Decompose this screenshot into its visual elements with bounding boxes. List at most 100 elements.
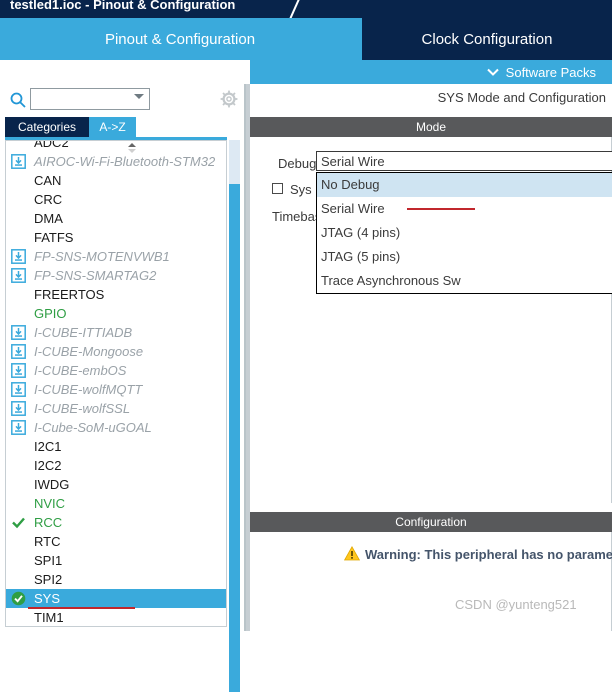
list-item-label: RCC xyxy=(34,515,63,530)
list-item-label: I-CUBE-Mongoose xyxy=(34,344,144,359)
list-item[interactable]: AIROC-Wi-Fi-Bluetooth-STM32 xyxy=(6,152,226,171)
dropdown-option-label: No Debug xyxy=(321,177,380,192)
debug-mode-dropdown-list[interactable]: No Debug Serial Wire JTAG (4 pins) JTAG (5 … xyxy=(316,172,612,294)
tab-categories[interactable]: Categories xyxy=(5,117,89,137)
list-item-label: I-Cube-SoM-uGOAL xyxy=(34,420,152,435)
list-item[interactable]: I2C2 xyxy=(6,456,226,475)
tab-clock-label: Clock Configuration xyxy=(421,30,553,48)
search-input[interactable] xyxy=(33,90,133,110)
list-item[interactable]: GPIO xyxy=(6,304,226,323)
peripheral-header: SYS Mode and Configuration xyxy=(250,84,612,110)
sys-checkbox[interactable] xyxy=(272,183,283,194)
dropdown-option[interactable]: JTAG (4 pins) xyxy=(317,221,612,245)
list-item-label: SYS xyxy=(34,591,61,606)
sidebar-scrollbar-thumb[interactable] xyxy=(229,184,240,692)
warning-triangle-icon xyxy=(343,545,361,561)
list-item[interactable]: DMA xyxy=(6,209,226,228)
sys-configuration-panel: SYS Mode and Configuration Mode Debug Sy… xyxy=(250,84,612,631)
download-pack-icon[interactable] xyxy=(11,325,26,340)
dropdown-option-label: Serial Wire xyxy=(321,201,385,216)
list-item-label: CAN xyxy=(34,173,62,188)
download-pack-icon[interactable] xyxy=(11,249,26,264)
download-pack-icon[interactable] xyxy=(11,268,26,283)
list-item[interactable]: NVIC xyxy=(6,494,226,513)
list-item[interactable]: I-CUBE-wolfSSL xyxy=(6,399,226,418)
check-mark-icon xyxy=(11,515,26,530)
check-circle-icon xyxy=(11,591,26,606)
list-item-label: SPI2 xyxy=(34,572,63,587)
download-pack-icon[interactable] xyxy=(11,154,26,169)
list-item[interactable]: FATFS xyxy=(6,228,226,247)
mode-section-header: Mode xyxy=(250,117,612,137)
list-item-label: CRC xyxy=(34,192,63,207)
configuration-section-body: Warning: This peripheral has no paramete… xyxy=(250,532,612,631)
dropdown-option[interactable]: Trace Asynchronous Sw xyxy=(317,269,612,293)
tab-pinout-configuration[interactable]: Pinout & Configuration xyxy=(0,18,360,60)
list-item[interactable]: ADC2 xyxy=(6,141,226,152)
list-item-label: TIM1 xyxy=(34,610,64,625)
sidebar-scrollbar-track-top[interactable] xyxy=(229,140,240,184)
list-item[interactable]: RTC xyxy=(6,532,226,551)
mode-header-label: Mode xyxy=(415,120,447,134)
list-item[interactable]: I2C1 xyxy=(6,437,226,456)
configuration-section-header: Configuration xyxy=(250,512,612,532)
tab-a-to-z[interactable]: A->Z xyxy=(89,117,136,137)
dropdown-option[interactable]: JTAG (5 pins) xyxy=(317,245,612,269)
list-item[interactable]: CRC xyxy=(6,190,226,209)
list-item-label: FP-SNS-SMARTAG2 xyxy=(34,268,157,283)
mode-section-body: Debug Sys Timebase Source Serial Wire No… xyxy=(250,137,612,503)
main-tab-strip: Pinout & Configuration Clock Configurati… xyxy=(0,18,612,60)
download-pack-icon[interactable] xyxy=(11,401,26,416)
list-item-label: NVIC xyxy=(34,496,66,511)
search-combo[interactable] xyxy=(30,88,150,110)
list-item[interactable]: I-CUBE-wolfMQTT xyxy=(6,380,226,399)
list-item[interactable]: TIM1 xyxy=(6,608,226,626)
list-item-label: SPI1 xyxy=(34,553,63,568)
gear-icon[interactable] xyxy=(220,90,238,108)
software-packs-bar[interactable]: Software Packs xyxy=(250,60,612,84)
list-item[interactable]: SPI1 xyxy=(6,551,226,570)
software-packs-label: Software Packs xyxy=(505,64,596,80)
list-item-label: I-CUBE-wolfMQTT xyxy=(34,382,143,397)
list-item[interactable]: RCC xyxy=(6,513,226,532)
list-item[interactable]: I-CUBE-ITTIADB xyxy=(6,323,226,342)
list-item-label: FREERTOS xyxy=(34,287,105,302)
chevron-down-icon[interactable] xyxy=(134,94,144,99)
list-item[interactable]: SPI2 xyxy=(6,570,226,589)
tab-pinout-label: Pinout & Configuration xyxy=(104,30,256,48)
list-item[interactable]: I-CUBE-Mongoose xyxy=(6,342,226,361)
list-item[interactable]: IWDG xyxy=(6,475,226,494)
peripheral-list-items: ADC2 AIROC-Wi-Fi-Bluetooth-STM32 CAN CRC DMA… xyxy=(6,141,226,626)
dropdown-option-label: JTAG (5 pins) xyxy=(321,249,401,264)
download-pack-icon[interactable] xyxy=(11,363,26,378)
download-pack-icon[interactable] xyxy=(11,344,26,359)
list-item[interactable]: I-Cube-SoM-uGOAL xyxy=(6,418,226,437)
list-item[interactable]: FP-SNS-MOTENVWB1 xyxy=(6,247,226,266)
title-slash-decoration xyxy=(288,0,328,18)
list-item[interactable]: CAN xyxy=(6,171,226,190)
search-icon[interactable] xyxy=(9,91,27,109)
peripherals-sidebar: Categories A->Z ADC2 AIROC-Wi-Fi-Bluetoot… xyxy=(0,84,246,692)
dropdown-option[interactable]: No Debug xyxy=(317,173,612,197)
list-item-label: FP-SNS-MOTENVWB1 xyxy=(34,249,170,264)
debug-mode-combo[interactable]: Serial Wire xyxy=(316,151,612,171)
peripheral-list[interactable]: ADC2 AIROC-Wi-Fi-Bluetooth-STM32 CAN CRC DMA… xyxy=(5,140,227,627)
download-pack-icon[interactable] xyxy=(11,382,26,397)
tab-clock-configuration[interactable]: Clock Configuration xyxy=(362,18,612,60)
list-item[interactable]: FP-SNS-SMARTAG2 xyxy=(6,266,226,285)
watermark-text: CSDN @yunteng521 xyxy=(455,597,577,612)
list-item[interactable]: SYS xyxy=(6,589,226,609)
list-item-label: I2C1 xyxy=(34,439,62,454)
list-item-label: IWDG xyxy=(34,477,70,492)
list-item[interactable]: FREERTOS xyxy=(6,285,226,304)
list-item-label: I-CUBE-ITTIADB xyxy=(34,325,133,340)
dropdown-option[interactable]: Serial Wire xyxy=(317,197,612,221)
list-item-label: AIROC-Wi-Fi-Bluetooth-STM32 xyxy=(34,154,216,169)
dropdown-option-label: Trace Asynchronous Sw xyxy=(321,273,461,288)
list-item[interactable]: I-CUBE-embOS xyxy=(6,361,226,380)
warning-message: Warning: This peripheral has no paramete… xyxy=(365,547,612,562)
download-pack-icon[interactable] xyxy=(11,420,26,435)
list-item-label: GPIO xyxy=(34,306,67,321)
list-item-label: I-CUBE-wolfSSL xyxy=(34,401,131,416)
list-item-label: RTC xyxy=(34,534,61,549)
